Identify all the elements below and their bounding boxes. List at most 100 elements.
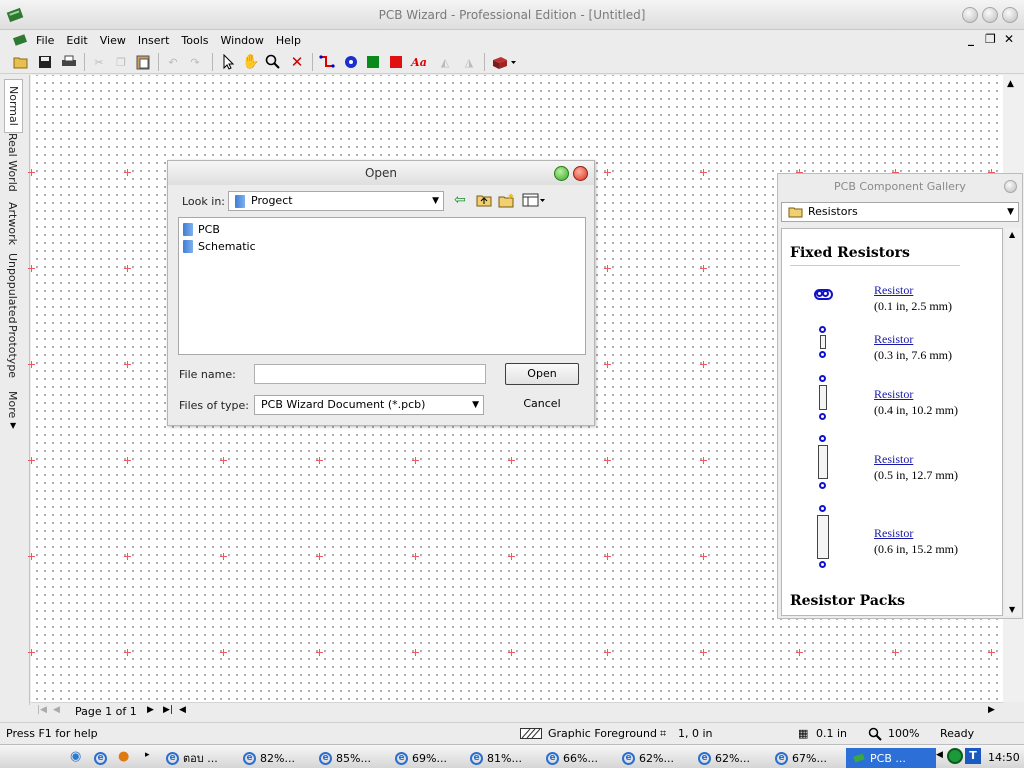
firefox-icon[interactable]: ● xyxy=(118,749,129,764)
folder-icon xyxy=(788,207,803,218)
prev-page-icon[interactable]: ◀ xyxy=(53,705,60,715)
task-button[interactable]: e 62%... xyxy=(698,748,750,768)
doc-restore-button[interactable]: ❐ xyxy=(985,32,996,46)
redo-icon[interactable]: ↷ xyxy=(186,53,204,71)
up-folder-icon[interactable] xyxy=(476,193,492,210)
tab-more[interactable]: More xyxy=(6,391,19,418)
component-gallery-dropdown-icon[interactable] xyxy=(490,53,518,71)
paste-icon[interactable] xyxy=(134,53,152,71)
list-item-pcb[interactable]: PCB xyxy=(183,223,220,236)
cancel-button[interactable]: Cancel xyxy=(505,393,579,415)
track-tool-icon[interactable] xyxy=(318,53,336,71)
undo-icon[interactable]: ↶ xyxy=(164,53,182,71)
more-arrow-icon[interactable]: ▸ xyxy=(145,750,150,760)
tab-artwork[interactable]: Artwork xyxy=(6,202,19,245)
maximize-window-button[interactable] xyxy=(982,7,998,23)
open-button[interactable]: Open xyxy=(505,363,579,385)
files-of-type-select[interactable]: PCB Wizard Document (*.pcb) ▼ xyxy=(254,395,484,415)
menu-file[interactable]: File xyxy=(30,34,60,47)
task-button[interactable]: e ตอบ ... xyxy=(166,748,218,768)
cut-icon[interactable]: ✂ xyxy=(90,53,108,71)
print-icon[interactable] xyxy=(60,53,78,71)
task-button[interactable]: e 66%... xyxy=(546,748,598,768)
zoom-icon[interactable] xyxy=(264,53,282,71)
flip-vertical-icon[interactable]: ◮ xyxy=(460,53,478,71)
task-button[interactable]: e 82%... xyxy=(243,748,295,768)
gallery-category-select[interactable]: Resistors ▼ xyxy=(781,202,1019,222)
scroll-right-icon[interactable]: ▶ xyxy=(988,705,995,715)
tray-green-icon[interactable] xyxy=(947,748,963,764)
tab-prototype[interactable]: Prototype xyxy=(6,325,19,378)
look-in-select[interactable]: Progect ▼ xyxy=(228,191,444,211)
resistor-link[interactable]: Resistor xyxy=(874,387,913,402)
flip-horizontal-icon[interactable]: ◭ xyxy=(436,53,454,71)
scroll-up-icon[interactable]: ▲ xyxy=(1009,230,1015,239)
status-help: Press F1 for help xyxy=(6,727,98,740)
open-file-icon[interactable] xyxy=(12,53,30,71)
new-folder-icon[interactable] xyxy=(498,192,516,211)
scroll-down-icon[interactable]: ▼ xyxy=(1009,605,1015,614)
minimize-window-button[interactable] xyxy=(962,7,978,23)
next-page-icon[interactable]: ▶ xyxy=(147,705,154,715)
task-button[interactable]: e 81%... xyxy=(470,748,522,768)
delete-icon[interactable]: ✕ xyxy=(288,53,306,71)
first-page-icon[interactable]: |◀ xyxy=(37,705,47,715)
resistor-size: (0.5 in, 12.7 mm) xyxy=(874,468,958,482)
resistor-link[interactable]: Resistor xyxy=(874,283,913,298)
view-menu-icon[interactable] xyxy=(522,193,546,210)
quicklaunch-icon[interactable]: ◉ xyxy=(70,749,81,764)
grid-cross xyxy=(508,457,515,464)
file-name-input[interactable] xyxy=(254,364,486,384)
grid-cross xyxy=(28,553,35,560)
menu-tools[interactable]: Tools xyxy=(175,34,214,47)
pad-tool-icon[interactable] xyxy=(342,53,360,71)
tab-unpopulated[interactable]: Unpopulated xyxy=(6,253,19,324)
dialog-maximize-button[interactable] xyxy=(554,166,569,181)
text-tool-icon[interactable]: Aa xyxy=(410,53,428,71)
menu-window[interactable]: Window xyxy=(215,34,270,47)
menu-insert[interactable]: Insert xyxy=(132,34,176,47)
menu-edit[interactable]: Edit xyxy=(60,34,93,47)
doc-close-button[interactable]: ✕ xyxy=(1004,32,1014,46)
red-shape-tool-icon[interactable] xyxy=(387,53,405,71)
task-button-active[interactable]: PCB ... xyxy=(846,748,936,768)
task-button[interactable]: e 62%... xyxy=(622,748,674,768)
resistor-link[interactable]: Resistor xyxy=(874,526,913,541)
doc-minimize-button[interactable]: _ xyxy=(968,32,974,46)
zoom-icon xyxy=(868,727,882,741)
last-page-icon[interactable]: ▶| xyxy=(163,705,173,715)
tab-normal[interactable]: Normal xyxy=(4,79,23,133)
tab-real-world[interactable]: Real World xyxy=(6,133,19,192)
horizontal-scrollbar[interactable]: |◀ ◀ Page 1 of 1 ▶ ▶| ◀ ▶ xyxy=(31,702,1003,720)
grid-cross xyxy=(412,553,419,560)
list-item-schematic[interactable]: Schematic xyxy=(183,240,256,253)
tray-t-icon[interactable]: T xyxy=(965,748,981,764)
green-shape-tool-icon[interactable] xyxy=(364,53,382,71)
scroll-left-icon[interactable]: ◀ xyxy=(179,705,186,715)
save-icon[interactable] xyxy=(36,53,54,71)
grid-cross xyxy=(508,553,515,560)
scroll-up-icon[interactable]: ▲ xyxy=(1007,79,1014,89)
dialog-close-button[interactable] xyxy=(573,166,588,181)
select-pointer-icon[interactable] xyxy=(220,53,238,71)
tray-arrow-icon[interactable]: ◀ xyxy=(936,750,943,760)
gallery-close-button[interactable] xyxy=(1004,180,1017,193)
status-coords-icon: ⌗ xyxy=(660,727,667,740)
task-button[interactable]: e 69%... xyxy=(395,748,447,768)
resistor-link[interactable]: Resistor xyxy=(874,332,913,347)
pan-hand-icon[interactable]: ✋ xyxy=(242,53,260,71)
document-icon[interactable] xyxy=(12,32,28,48)
grid-cross xyxy=(220,457,227,464)
file-list[interactable]: PCB Schematic xyxy=(178,217,586,355)
task-button[interactable]: e 85%... xyxy=(319,748,371,768)
close-window-button[interactable] xyxy=(1002,7,1018,23)
copy-icon[interactable]: ❐ xyxy=(112,53,130,71)
grid-cross xyxy=(988,649,995,656)
back-icon[interactable]: ⇦ xyxy=(454,192,466,208)
menu-help[interactable]: Help xyxy=(270,34,307,47)
task-button[interactable]: e 67%... xyxy=(775,748,827,768)
gallery-scrollbar[interactable]: ▲ ▼ xyxy=(1005,228,1021,616)
tab-scroll-down-icon[interactable]: ▼ xyxy=(10,421,16,430)
menu-view[interactable]: View xyxy=(94,34,132,47)
resistor-link[interactable]: Resistor xyxy=(874,452,913,467)
